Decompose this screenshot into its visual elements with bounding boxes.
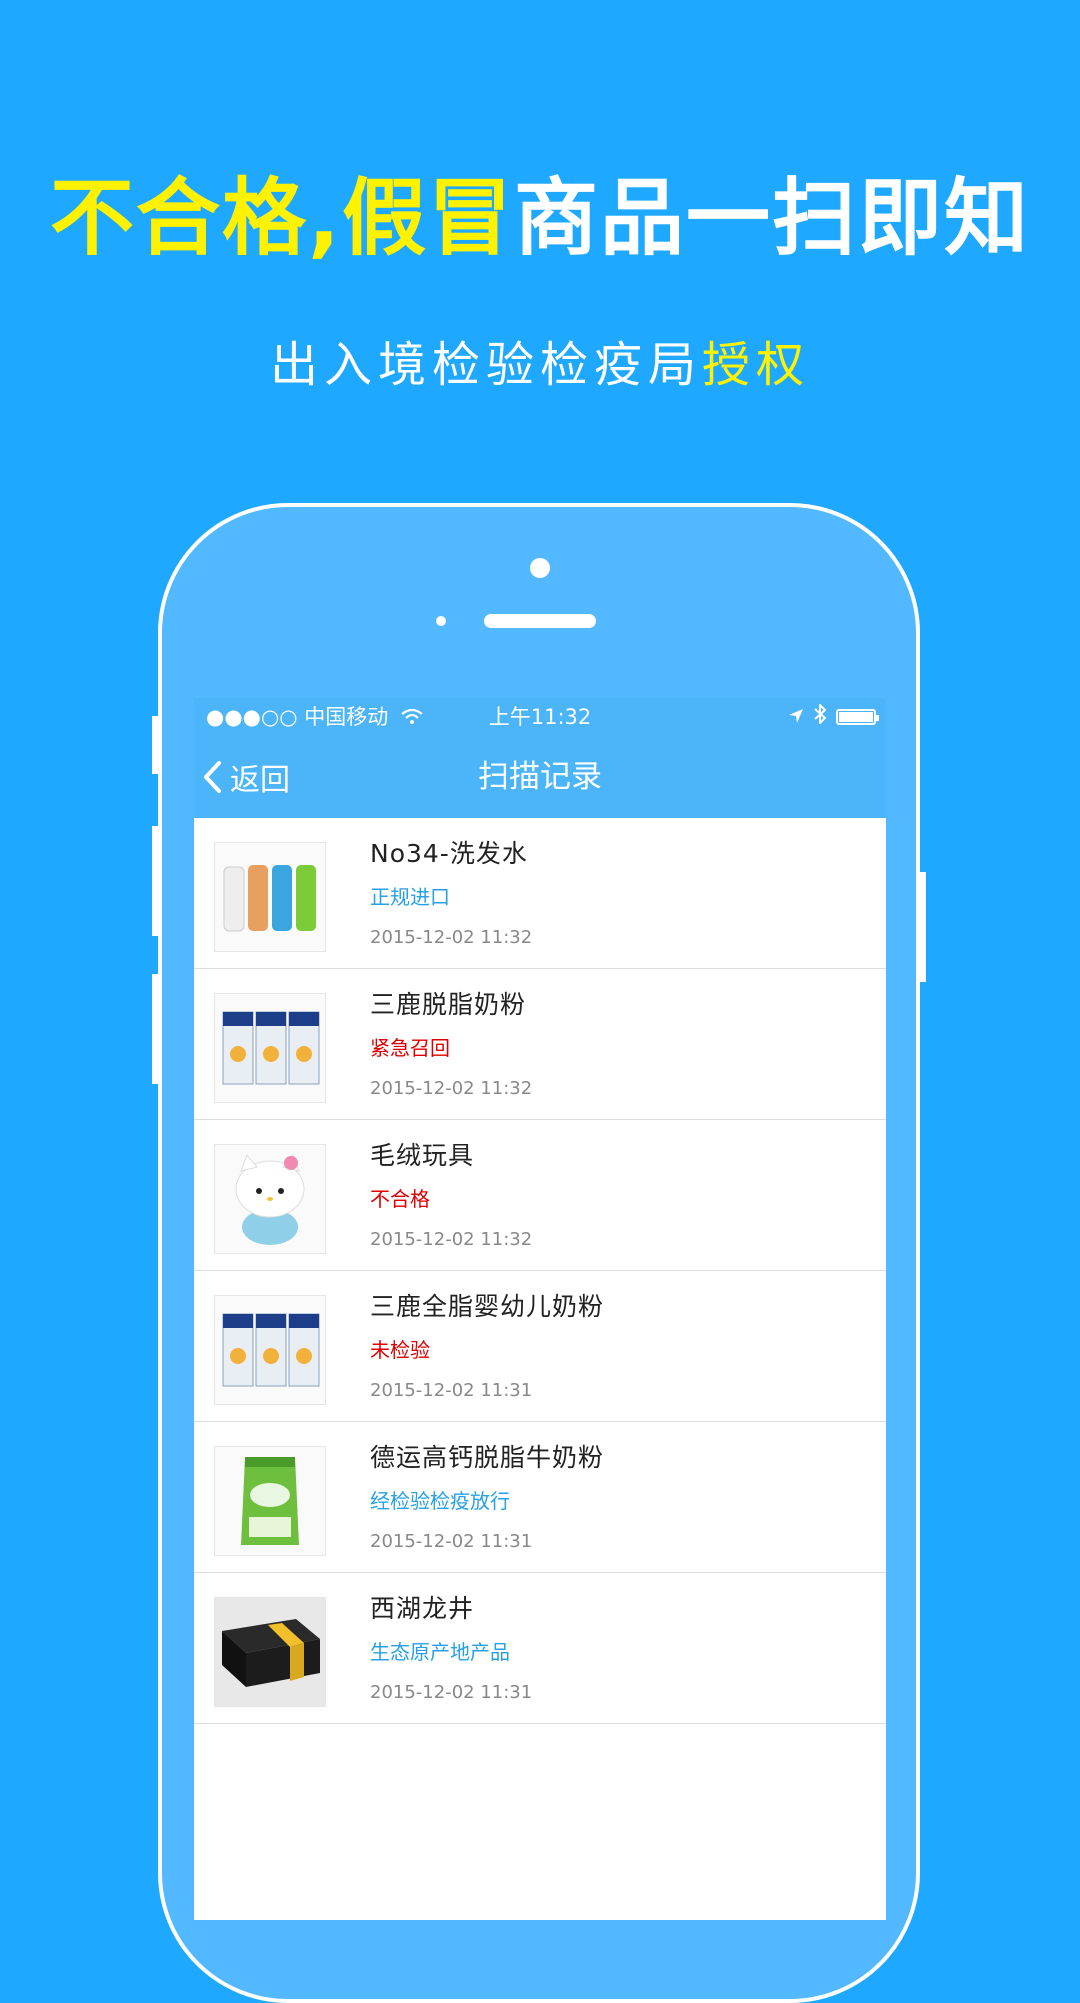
promo-headline: 不合格,假冒商品一扫即知 (0, 168, 1080, 268)
record-time: 2015-12-02 11:32 (370, 1229, 533, 1250)
phone-camera (530, 558, 550, 578)
battery-icon (836, 709, 879, 725)
headline-highlight: 不合格,假冒 (50, 169, 514, 267)
list-item[interactable]: 毛绒玩具 不合格 2015-12-02 11:32 (194, 1120, 886, 1271)
milk-powder-bags-image (214, 993, 326, 1103)
record-name: 德运高钙脱脂牛奶粉 (370, 1443, 605, 1472)
subline-main: 出入境检验检疫局 (269, 337, 702, 393)
record-status: 紧急召回 (370, 1036, 450, 1060)
record-name: 三鹿全脂婴幼儿奶粉 (370, 1292, 605, 1321)
phone-volume-down (152, 974, 158, 1084)
phone-mute-switch (152, 716, 158, 774)
record-name: 西湖龙井 (370, 1594, 475, 1623)
subline-highlight: 授权 (702, 337, 811, 393)
headline-rest: 商品一扫即知 (513, 169, 1030, 267)
scan-record-list: No34-洗发水 正规进口 2015-12-02 11:32 三鹿脱脂奶粉 紧急… (194, 818, 886, 1724)
list-item[interactable]: No34-洗发水 正规进口 2015-12-02 11:32 (194, 818, 886, 969)
milk-powder-pouch-image (214, 1446, 326, 1556)
record-status: 不合格 (370, 1187, 430, 1211)
record-time: 2015-12-02 11:31 (370, 1682, 533, 1703)
phone-volume-up (152, 826, 158, 936)
location-arrow-icon (788, 698, 804, 736)
milk-powder-bags-image (214, 1295, 326, 1405)
page-title: 扫描记录 (478, 759, 602, 795)
status-bar: ●●●○○ 中国移动 上午11:32 (194, 698, 886, 736)
status-time: 上午11:32 (488, 705, 592, 729)
phone-speaker (484, 614, 596, 628)
record-time: 2015-12-02 11:31 (370, 1380, 533, 1401)
promo-subline: 出入境检验检疫局授权 (0, 335, 1080, 395)
list-item[interactable]: 西湖龙井 生态原产地产品 2015-12-02 11:31 (194, 1573, 886, 1724)
record-status: 经检验检疫放行 (370, 1489, 510, 1513)
record-time: 2015-12-02 11:32 (370, 1078, 533, 1099)
phone-screen: ●●●○○ 中国移动 上午11:32 返回 扫描记录 No34-洗发水 正规进口… (194, 698, 886, 1920)
record-time: 2015-12-02 11:31 (370, 1531, 533, 1552)
phone-sensor (436, 616, 446, 626)
list-item[interactable]: 德运高钙脱脂牛奶粉 经检验检疫放行 2015-12-02 11:31 (194, 1422, 886, 1573)
record-name: 毛绒玩具 (370, 1141, 475, 1170)
shampoo-bottles-image (214, 842, 326, 952)
phone-power-button (920, 872, 926, 982)
record-status: 生态原产地产品 (370, 1640, 510, 1664)
record-status: 未检验 (370, 1338, 430, 1362)
record-status: 正规进口 (370, 885, 450, 909)
record-name: No34-洗发水 (370, 839, 528, 868)
record-time: 2015-12-02 11:32 (370, 927, 533, 948)
record-name: 三鹿脱脂奶粉 (370, 990, 527, 1019)
bluetooth-icon (814, 698, 827, 736)
tea-gift-box-image (214, 1597, 326, 1707)
list-item[interactable]: 三鹿全脂婴幼儿奶粉 未检验 2015-12-02 11:31 (194, 1271, 886, 1422)
list-item[interactable]: 三鹿脱脂奶粉 紧急召回 2015-12-02 11:32 (194, 969, 886, 1120)
plush-toy-image (214, 1144, 326, 1254)
nav-bar: 返回 扫描记录 (194, 736, 886, 818)
